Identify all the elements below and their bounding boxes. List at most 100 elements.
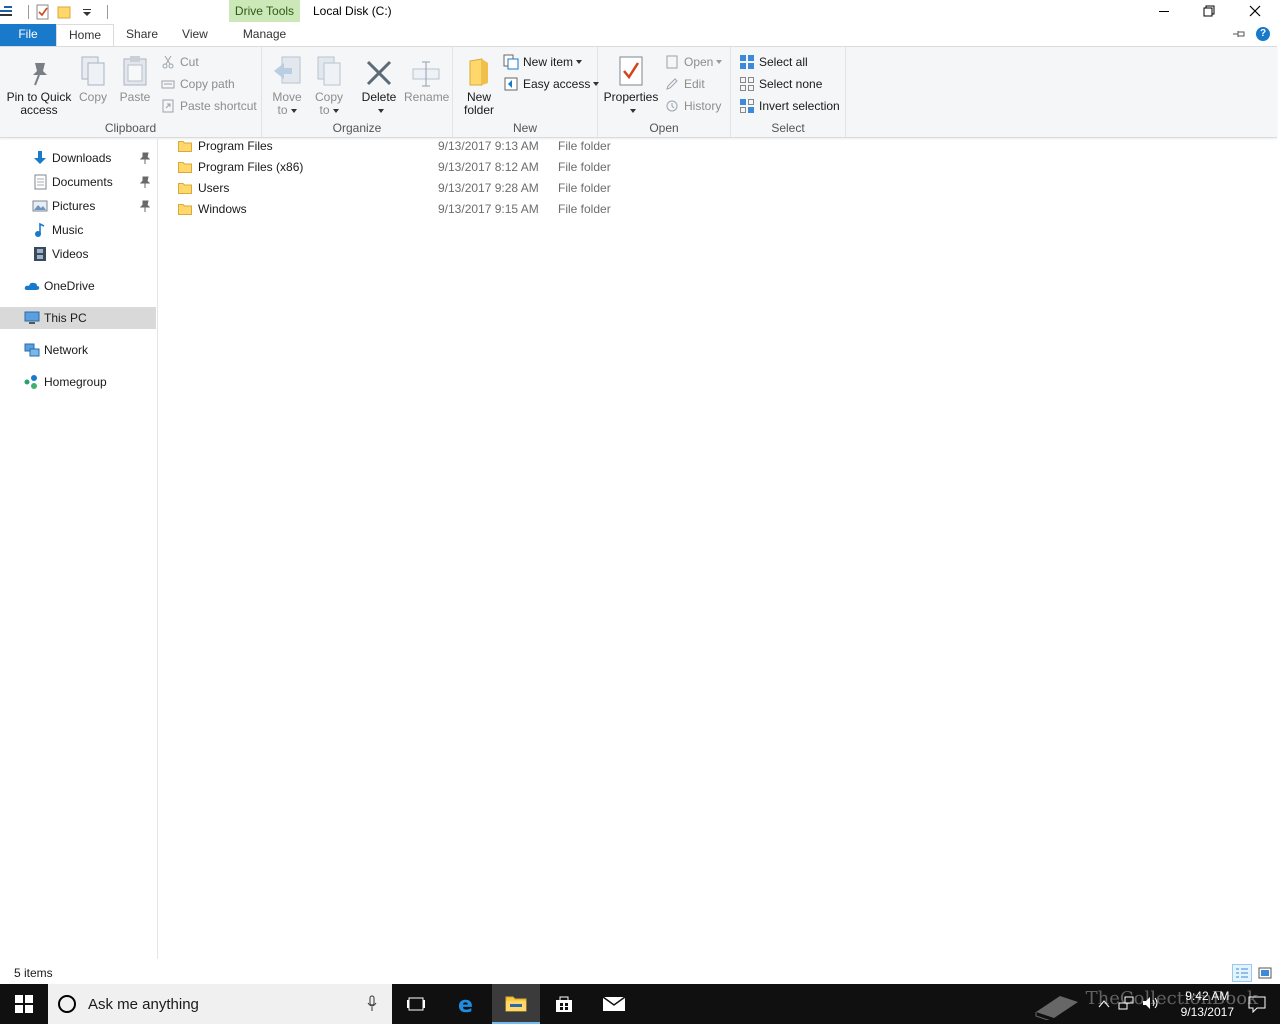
cloud-icon <box>24 278 40 294</box>
edit-button[interactable]: Edit <box>664 74 705 94</box>
sidebar-item-documents[interactable]: Documents <box>0 171 156 193</box>
pin-ribbon-icon[interactable] <box>1232 29 1246 39</box>
taskbar: Ask me anything e TheCollectionBook 9:42… <box>0 984 1280 1024</box>
rename-icon <box>410 51 442 87</box>
customize-qat-icon[interactable] <box>79 4 95 20</box>
copy-button[interactable]: Copy <box>76 51 110 104</box>
properties-icon[interactable] <box>35 4 51 20</box>
file-explorer-button[interactable] <box>492 984 540 1024</box>
new-item-icon <box>503 54 519 70</box>
details-view-button[interactable] <box>1232 964 1252 982</box>
clipboard-group-label: Clipboard <box>104 121 157 135</box>
sidebar-item-label: Videos <box>52 247 89 261</box>
ribbon: Pin to Quick access Copy Paste Cut Copy … <box>0 46 1277 138</box>
tab-manage[interactable]: Manage <box>229 24 300 46</box>
sidebar-item-onedrive[interactable]: OneDrive <box>0 275 156 297</box>
clock[interactable]: 9:42 AM 9/13/2017 <box>1181 988 1234 1020</box>
task-view-icon <box>407 997 425 1011</box>
mail-button[interactable] <box>590 984 638 1024</box>
explorer-window-icon[interactable] <box>0 4 16 20</box>
sidebar-item-pictures[interactable]: Pictures <box>0 195 156 217</box>
help-icon[interactable]: ? <box>1256 27 1270 41</box>
new-folder-icon[interactable] <box>57 4 73 20</box>
copy-to-button[interactable]: Copy to <box>312 51 346 117</box>
organize-group-label: Organize <box>332 121 382 135</box>
sidebar-item-label: Downloads <box>52 151 112 165</box>
pin-to-quick-access-button[interactable]: Pin to Quick access <box>6 51 72 117</box>
chevron-down-icon <box>716 60 723 64</box>
new-folder-button[interactable]: New folder <box>461 51 497 117</box>
easy-access-button[interactable]: Easy access <box>503 74 600 94</box>
tab-view[interactable]: View <box>170 24 220 46</box>
pictures-icon <box>32 198 48 214</box>
history-button[interactable]: History <box>664 96 721 116</box>
task-view-button[interactable] <box>392 984 440 1024</box>
paste-label: Paste <box>119 90 151 104</box>
volume-icon[interactable] <box>1142 995 1160 1011</box>
paste-button[interactable]: Paste <box>118 51 152 104</box>
microphone-icon[interactable] <box>366 995 378 1013</box>
list-item[interactable]: Program Files (x86) 9/13/2017 8:12 AM Fi… <box>178 156 778 177</box>
edge-browser-button[interactable]: e <box>443 984 491 1024</box>
list-item[interactable]: Program Files 9/13/2017 9:13 AM File fol… <box>178 135 778 156</box>
rename-button[interactable]: Rename <box>404 51 449 104</box>
move-to-label-line2: to <box>277 103 288 117</box>
new-group: New folder New item Easy access New <box>453 47 600 137</box>
invert-selection-button[interactable]: Invert selection <box>739 96 840 116</box>
select-none-button[interactable]: Select none <box>739 74 822 94</box>
tab-share[interactable]: Share <box>114 24 170 46</box>
store-button[interactable] <box>540 984 588 1024</box>
copy-path-button[interactable]: Copy path <box>160 74 235 94</box>
file-date: 9/13/2017 9:15 AM <box>438 201 539 216</box>
copy-path-icon <box>160 76 176 92</box>
copy-to-label-line2: to <box>319 103 330 117</box>
cortana-search-box[interactable]: Ask me anything <box>48 984 392 1024</box>
start-button[interactable] <box>0 984 48 1024</box>
minimize-button[interactable] <box>1141 0 1187 22</box>
pin-icon[interactable] <box>140 200 150 212</box>
copy-label: Copy <box>78 90 107 104</box>
list-item[interactable]: Users 9/13/2017 9:28 AM File folder <box>178 177 778 198</box>
invert-selection-label: Invert selection <box>759 99 840 113</box>
network-tray-icon[interactable] <box>1118 995 1134 1011</box>
copy-path-label: Copy path <box>180 77 235 91</box>
sidebar-item-music[interactable]: Music <box>0 219 156 241</box>
show-hidden-icons-chevron-icon[interactable] <box>1098 999 1110 1009</box>
move-to-button[interactable]: Move to <box>270 51 304 117</box>
network-icon <box>24 342 40 358</box>
open-button[interactable]: Open <box>664 52 723 72</box>
select-none-icon <box>739 76 755 92</box>
new-item-button[interactable]: New item <box>503 52 583 72</box>
tab-file[interactable]: File <box>0 24 56 46</box>
action-center-icon[interactable] <box>1248 995 1266 1013</box>
select-all-button[interactable]: Select all <box>739 52 808 72</box>
details-view-icon <box>1236 968 1248 978</box>
ribbon-tabs: File Home Share View Manage ? <box>0 24 1280 46</box>
sidebar-item-downloads[interactable]: Downloads <box>0 147 156 169</box>
file-date: 9/13/2017 8:12 AM <box>438 159 539 174</box>
film-icon <box>32 246 48 262</box>
sidebar-item-videos[interactable]: Videos <box>0 243 156 265</box>
clock-date: 9/13/2017 <box>1180 1005 1234 1019</box>
qat-separator <box>28 5 29 19</box>
pin-icon[interactable] <box>140 152 150 164</box>
properties-button[interactable]: Properties <box>602 51 660 117</box>
pin-icon <box>23 51 55 87</box>
homegroup-icon <box>24 374 40 390</box>
restore-button[interactable] <box>1186 0 1232 22</box>
sidebar-item-network[interactable]: Network <box>0 339 156 361</box>
pin-icon[interactable] <box>140 176 150 188</box>
paste-shortcut-button[interactable]: Paste shortcut <box>160 96 257 116</box>
sidebar-item-homegroup[interactable]: Homegroup <box>0 371 156 393</box>
file-list: Program Files 9/13/2017 9:13 AM File fol… <box>158 139 1280 959</box>
close-button[interactable] <box>1232 0 1278 22</box>
delete-button[interactable]: Delete <box>360 51 398 117</box>
tab-home[interactable]: Home <box>56 24 115 46</box>
list-item[interactable]: Windows 9/13/2017 9:15 AM File folder <box>178 198 778 219</box>
delete-label: Delete <box>361 90 397 104</box>
large-icons-view-button[interactable] <box>1255 964 1275 982</box>
quick-access-toolbar <box>0 2 114 22</box>
folder-icon <box>178 140 192 152</box>
cut-button[interactable]: Cut <box>160 52 199 72</box>
sidebar-item-this-pc[interactable]: This PC <box>0 307 156 329</box>
